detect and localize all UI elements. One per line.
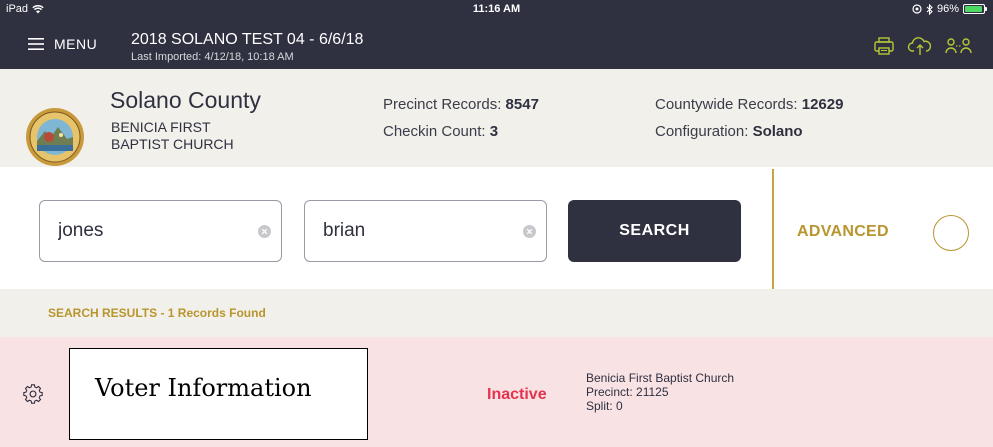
menu-label: MENU: [54, 36, 98, 52]
location-icon: [912, 4, 922, 14]
precinct-records: Precinct Records: 8547: [383, 96, 539, 113]
configuration-label: Configuration:: [655, 123, 749, 140]
results-header: SEARCH RESULTS - 1 Records Found: [0, 289, 993, 337]
polling-location-line2: BAPTIST CHURCH: [111, 136, 234, 152]
users-transfer-icon[interactable]: [945, 37, 973, 55]
last-name-input[interactable]: [58, 201, 238, 261]
advanced-toggle[interactable]: [933, 215, 969, 251]
precinct-records-value: 8547: [505, 96, 539, 113]
countywide-records-value: 12629: [801, 96, 844, 113]
last-name-field[interactable]: [39, 200, 282, 262]
countywide-records-label: Countywide Records:: [655, 96, 798, 113]
checkin-count-label: Checkin Count:: [383, 123, 486, 140]
checkin-count-value: 3: [489, 123, 499, 140]
polling-place-name: Benicia First Baptist Church: [586, 371, 735, 385]
last-imported: Last Imported: 4/12/18, 10:18 AM: [131, 51, 294, 63]
search-section: SEARCH ADVANCED: [0, 167, 993, 289]
top-bar: iPad 11:16 AM 96% MENU 2018 SOLANO TEST …: [0, 0, 993, 69]
county-seal-logo: [26, 108, 84, 166]
cloud-upload-icon[interactable]: [907, 36, 933, 56]
advanced-label[interactable]: ADVANCED: [797, 223, 889, 241]
bluetooth-icon: [926, 3, 933, 15]
vertical-divider: [772, 169, 774, 289]
clear-last-name-icon[interactable]: [258, 225, 271, 238]
menu-button[interactable]: MENU: [28, 36, 97, 52]
voter-information-label: Voter Information: [95, 374, 312, 402]
configuration: Configuration: Solano: [655, 123, 803, 140]
battery-level: [965, 6, 983, 12]
voter-information-box[interactable]: Voter Information: [69, 348, 368, 440]
configuration-value: Solano: [752, 123, 803, 140]
polling-location: BENICIA FIRST BAPTIST CHURCH: [111, 119, 291, 153]
gear-icon[interactable]: [23, 384, 43, 404]
table-row[interactable]: Voter Information Inactive Benicia First…: [0, 337, 993, 447]
clear-first-name-icon[interactable]: [523, 225, 536, 238]
county-name: Solano County: [110, 87, 261, 113]
hamburger-icon: [28, 38, 44, 50]
toolbar-icons: [873, 36, 973, 56]
status-bar-right: 96%: [912, 3, 987, 15]
election-title: 2018 SOLANO TEST 04 - 6/6/18: [131, 31, 364, 48]
status-time: 11:16 AM: [472, 3, 521, 15]
battery-icon: [963, 4, 987, 14]
battery-percent: 96%: [936, 3, 959, 15]
results-count-label: SEARCH RESULTS - 1 Records Found: [48, 306, 266, 320]
printer-icon[interactable]: [873, 36, 895, 56]
search-button[interactable]: SEARCH: [568, 200, 741, 262]
precinct-info-header: Solano County BENICIA FIRST BAPTIST CHUR…: [0, 69, 993, 167]
precinct-number: Precinct: 21125: [586, 385, 669, 399]
polling-details: Benicia First Baptist Church Precinct: 2…: [586, 371, 734, 413]
precinct-records-label: Precinct Records:: [383, 96, 502, 113]
countywide-records: Countywide Records: 12629: [655, 96, 843, 113]
first-name-field[interactable]: [304, 200, 547, 262]
first-name-input[interactable]: [323, 201, 503, 261]
split-number: Split: 0: [586, 399, 623, 413]
status-badge: Inactive: [487, 386, 547, 403]
checkin-count: Checkin Count: 3: [383, 123, 498, 140]
polling-location-line1: BENICIA FIRST: [111, 119, 211, 135]
